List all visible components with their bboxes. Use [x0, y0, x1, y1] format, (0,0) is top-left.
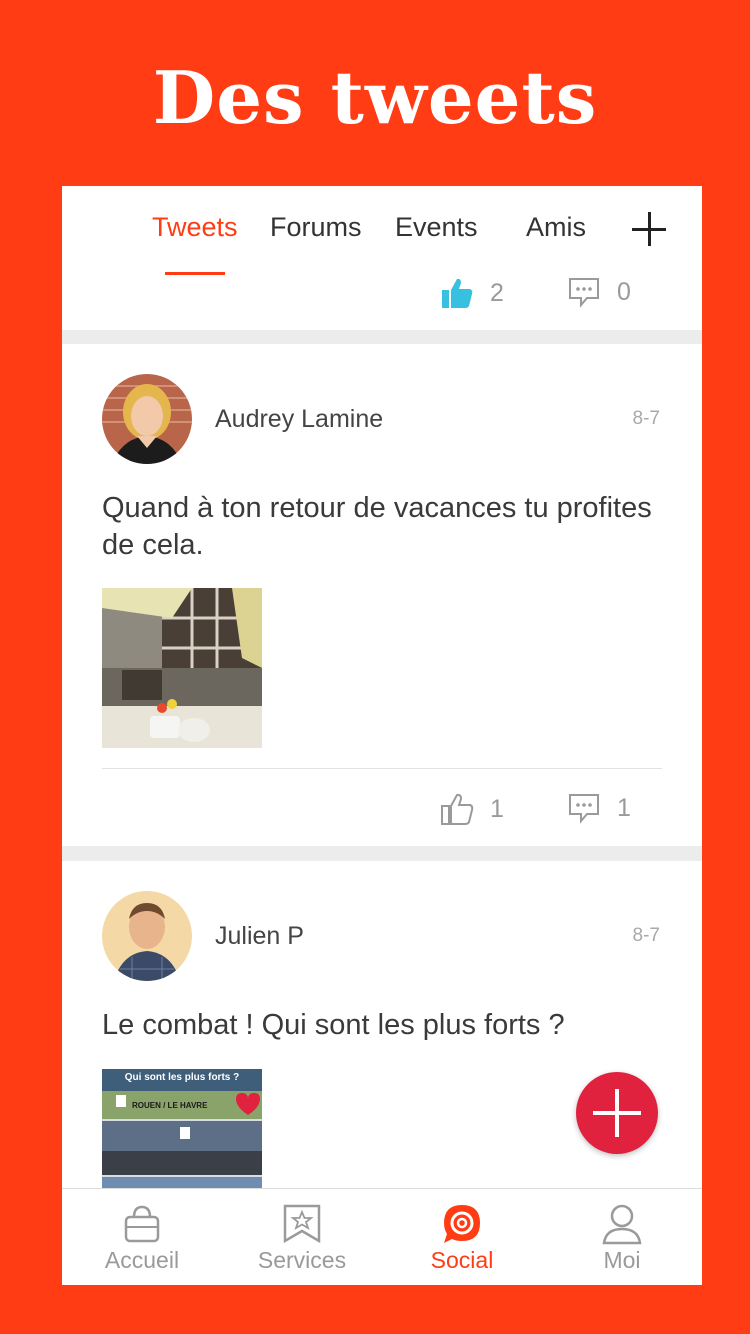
author-name[interactable]: Julien P — [215, 922, 304, 951]
image-caption-top: Qui sont les plus forts ? — [124, 1072, 240, 1083]
avatar[interactable] — [102, 891, 192, 981]
basket-icon — [124, 1205, 160, 1243]
add-tab-icon[interactable] — [632, 212, 666, 246]
image-caption-cities: ROUEN / LE HAVRE — [132, 1101, 208, 1110]
post-like-count: 1 — [490, 794, 504, 823]
top-comment-stat[interactable]: 0 — [567, 276, 631, 308]
comment-icon — [569, 794, 599, 824]
post-image[interactable] — [102, 588, 262, 748]
new-post-button[interactable] — [576, 1072, 658, 1154]
thumbs-up-filled-icon — [442, 278, 473, 308]
top-like-stat[interactable]: 2 — [440, 276, 504, 310]
post-like-stat[interactable]: 1 — [440, 792, 504, 826]
post-card[interactable]: Audrey Lamine 8-7 Quand à ton retour de … — [62, 344, 702, 846]
bookmark-star-icon — [283, 1204, 321, 1244]
person-icon — [602, 1204, 642, 1245]
top-tab-bar: Tweets Forums Events Amis 2 0 — [62, 186, 702, 330]
chat-target-icon — [444, 1205, 480, 1243]
tab-forums[interactable]: Forums — [270, 212, 362, 243]
comment-icon — [569, 278, 599, 308]
post-text: Quand à ton retour de vacances tu profit… — [102, 492, 652, 561]
page-headline: Des tweets — [152, 55, 598, 140]
post-text: Le combat ! Qui sont les plus forts ? — [102, 1009, 565, 1041]
phone-screen: Tweets Forums Events Amis 2 0 Audrey Lam… — [62, 186, 702, 1285]
tab-tweets[interactable]: Tweets — [152, 212, 238, 243]
active-tab-indicator — [165, 272, 225, 275]
nav-social[interactable]: Social — [382, 1189, 542, 1285]
nav-accueil[interactable]: Accueil — [62, 1189, 222, 1285]
post-divider — [102, 768, 662, 769]
post-date: 8-7 — [632, 408, 660, 429]
author-name[interactable]: Audrey Lamine — [215, 405, 383, 434]
tab-events[interactable]: Events — [395, 212, 478, 243]
post-comment-stat[interactable]: 1 — [567, 792, 631, 824]
nav-label: Accueil — [104, 1247, 180, 1273]
post-image[interactable]: Qui sont les plus forts ? ROUEN / LE HAV… — [102, 1069, 262, 1201]
avatar[interactable] — [102, 374, 192, 464]
nav-label: Services — [257, 1247, 347, 1273]
nav-services[interactable]: Services — [222, 1189, 382, 1285]
thumbs-up-outline-icon — [441, 793, 474, 825]
bottom-navigation: Accueil Services Social Moi — [62, 1188, 702, 1285]
nav-label: Moi — [603, 1247, 641, 1273]
post-date: 8-7 — [632, 925, 660, 946]
top-comment-count: 0 — [617, 277, 631, 306]
nav-label: Social — [430, 1247, 494, 1273]
post-comment-count: 1 — [617, 793, 631, 822]
nav-moi[interactable]: Moi — [542, 1189, 702, 1285]
tab-amis[interactable]: Amis — [526, 212, 586, 243]
top-like-count: 2 — [490, 278, 504, 307]
